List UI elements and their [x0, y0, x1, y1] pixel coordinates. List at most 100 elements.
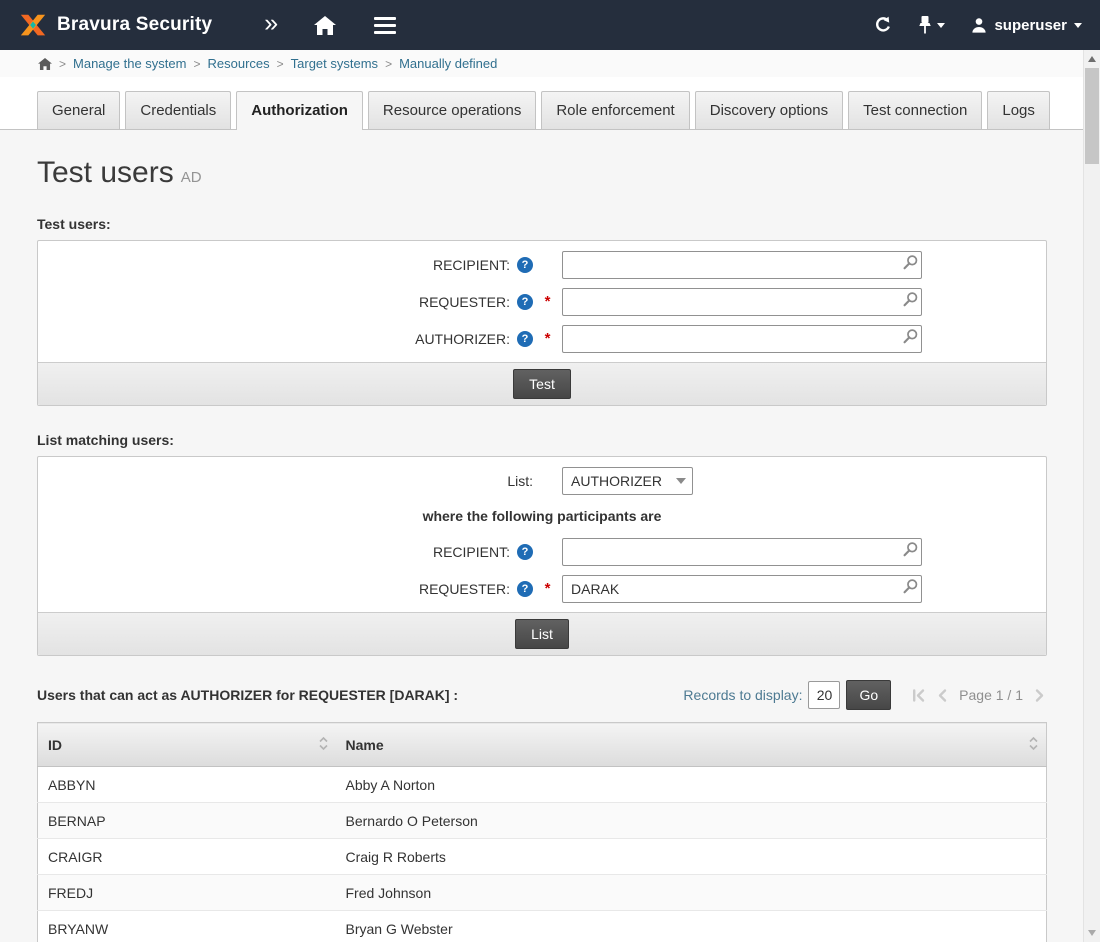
- help-icon[interactable]: ?: [517, 294, 533, 310]
- brand[interactable]: Bravura Security: [18, 10, 212, 40]
- cell-id: BRYANW: [38, 911, 336, 942]
- list-select[interactable]: AUTHORIZER: [562, 467, 693, 495]
- cell-id: BERNAP: [38, 803, 336, 839]
- results-bar: Users that can act as AUTHORIZER for REQ…: [37, 680, 1047, 710]
- scroll-up-icon[interactable]: [1088, 56, 1096, 62]
- cell-name: Abby A Norton: [336, 767, 1047, 803]
- vertical-scrollbar[interactable]: [1083, 50, 1100, 942]
- breadcrumb-separator: >: [277, 57, 284, 71]
- list-requester-row: REQUESTER: ? *: [38, 570, 1046, 607]
- chevron-down-icon: [937, 23, 945, 28]
- pagination: Page 1 / 1: [911, 687, 1047, 703]
- list-row: List: AUTHORIZER: [38, 462, 1046, 499]
- refresh-icon[interactable]: [873, 15, 893, 35]
- results-heading: Users that can act as AUTHORIZER for REQ…: [37, 687, 458, 703]
- breadcrumb: > Manage the system > Resources > Target…: [0, 50, 1100, 77]
- topbar-actions: superuser: [873, 15, 1082, 35]
- page-status: Page 1 / 1: [959, 687, 1023, 703]
- column-header-id[interactable]: ID: [38, 723, 336, 767]
- help-icon[interactable]: ?: [517, 331, 533, 347]
- cell-id: CRAIGR: [38, 839, 336, 875]
- authorizer-row: AUTHORIZER: ? *: [38, 320, 1046, 357]
- breadcrumb-separator: >: [385, 57, 392, 71]
- tab-authorization[interactable]: Authorization: [236, 91, 363, 130]
- user-menu[interactable]: superuser: [971, 17, 1082, 34]
- requester-label: REQUESTER:: [419, 294, 510, 310]
- recipient-input[interactable]: [562, 251, 922, 279]
- cell-name: Bernardo O Peterson: [336, 803, 1047, 839]
- tab-credentials[interactable]: Credentials: [125, 91, 231, 129]
- breadcrumb-home-icon[interactable]: [38, 58, 52, 70]
- recipient-label: RECIPIENT:: [433, 257, 510, 273]
- tab-general[interactable]: General: [37, 91, 120, 129]
- column-header-name[interactable]: Name: [336, 723, 1047, 767]
- table-row: BERNAP Bernardo O Peterson: [38, 803, 1047, 839]
- first-page-icon[interactable]: [911, 688, 926, 703]
- tab-role-enforcement[interactable]: Role enforcement: [541, 91, 689, 129]
- brand-logo-icon: [18, 10, 48, 40]
- list-matching-users-heading: List matching users:: [37, 432, 1047, 448]
- tab-resource-operations[interactable]: Resource operations: [368, 91, 536, 129]
- help-icon[interactable]: ?: [517, 544, 533, 560]
- breadcrumb-item-manually-defined[interactable]: Manually defined: [399, 56, 497, 71]
- help-icon[interactable]: ?: [517, 581, 533, 597]
- search-icon[interactable]: [902, 578, 919, 595]
- required-asterisk: *: [545, 293, 551, 310]
- list-panel-footer: List: [38, 612, 1046, 655]
- tab-logs[interactable]: Logs: [987, 91, 1050, 129]
- test-button[interactable]: Test: [513, 369, 571, 399]
- cell-name: Bryan G Webster: [336, 911, 1047, 942]
- cell-id: ABBYN: [38, 767, 336, 803]
- test-users-heading: Test users:: [37, 216, 1047, 232]
- records-input[interactable]: [808, 681, 840, 709]
- page-title: Test usersAD: [37, 156, 1047, 190]
- user-icon: [971, 17, 987, 33]
- pin-menu[interactable]: [919, 15, 945, 35]
- list-label: List:: [507, 473, 533, 489]
- search-icon[interactable]: [902, 541, 919, 558]
- search-icon[interactable]: [902, 254, 919, 271]
- cell-id: FREDJ: [38, 875, 336, 911]
- list-matching-users-panel: List: AUTHORIZER where the following par…: [37, 456, 1047, 656]
- list-recipient-row: RECIPIENT: ?: [38, 533, 1046, 570]
- chevron-down-icon: [670, 468, 692, 494]
- next-page-icon[interactable]: [1032, 688, 1047, 703]
- cell-name: Fred Johnson: [336, 875, 1047, 911]
- page-title-suffix: AD: [181, 169, 202, 186]
- list-button[interactable]: List: [515, 619, 569, 649]
- home-icon[interactable]: [314, 16, 336, 35]
- go-button[interactable]: Go: [846, 680, 891, 710]
- records-to-display-label: Records to display:: [683, 687, 802, 703]
- participants-line: where the following participants are: [38, 499, 1046, 533]
- scroll-down-icon[interactable]: [1088, 930, 1096, 936]
- table-row: ABBYN Abby A Norton: [38, 767, 1047, 803]
- pin-icon: [919, 15, 931, 35]
- topbar: Bravura Security »: [0, 0, 1100, 50]
- breadcrumb-item-target-systems[interactable]: Target systems: [291, 56, 378, 71]
- results-controls: Records to display: Go Page 1 / 1: [683, 680, 1047, 710]
- list-requester-input[interactable]: [562, 575, 922, 603]
- requester-input[interactable]: [562, 288, 922, 316]
- double-chevron-icon[interactable]: »: [264, 11, 278, 40]
- table-row: FREDJ Fred Johnson: [38, 875, 1047, 911]
- breadcrumb-separator: >: [193, 57, 200, 71]
- sort-icon: [1029, 736, 1038, 753]
- table-row: BRYANW Bryan G Webster: [38, 911, 1047, 942]
- menu-icon[interactable]: [374, 17, 396, 34]
- requester-row: REQUESTER: ? *: [38, 283, 1046, 320]
- breadcrumb-item-manage-the-system[interactable]: Manage the system: [73, 56, 186, 71]
- tab-discovery-options[interactable]: Discovery options: [695, 91, 843, 129]
- main-content: Test usersAD Test users: RECIPIENT: ?: [0, 156, 1100, 942]
- scrollbar-thumb[interactable]: [1085, 68, 1099, 164]
- authorizer-label: AUTHORIZER:: [415, 331, 510, 347]
- help-icon[interactable]: ?: [517, 257, 533, 273]
- required-asterisk: *: [545, 580, 551, 597]
- prev-page-icon[interactable]: [935, 688, 950, 703]
- authorizer-input[interactable]: [562, 325, 922, 353]
- breadcrumb-item-resources[interactable]: Resources: [207, 56, 269, 71]
- list-recipient-input[interactable]: [562, 538, 922, 566]
- recipient-row: RECIPIENT: ?: [38, 246, 1046, 283]
- search-icon[interactable]: [902, 291, 919, 308]
- search-icon[interactable]: [902, 328, 919, 345]
- tab-test-connection[interactable]: Test connection: [848, 91, 982, 129]
